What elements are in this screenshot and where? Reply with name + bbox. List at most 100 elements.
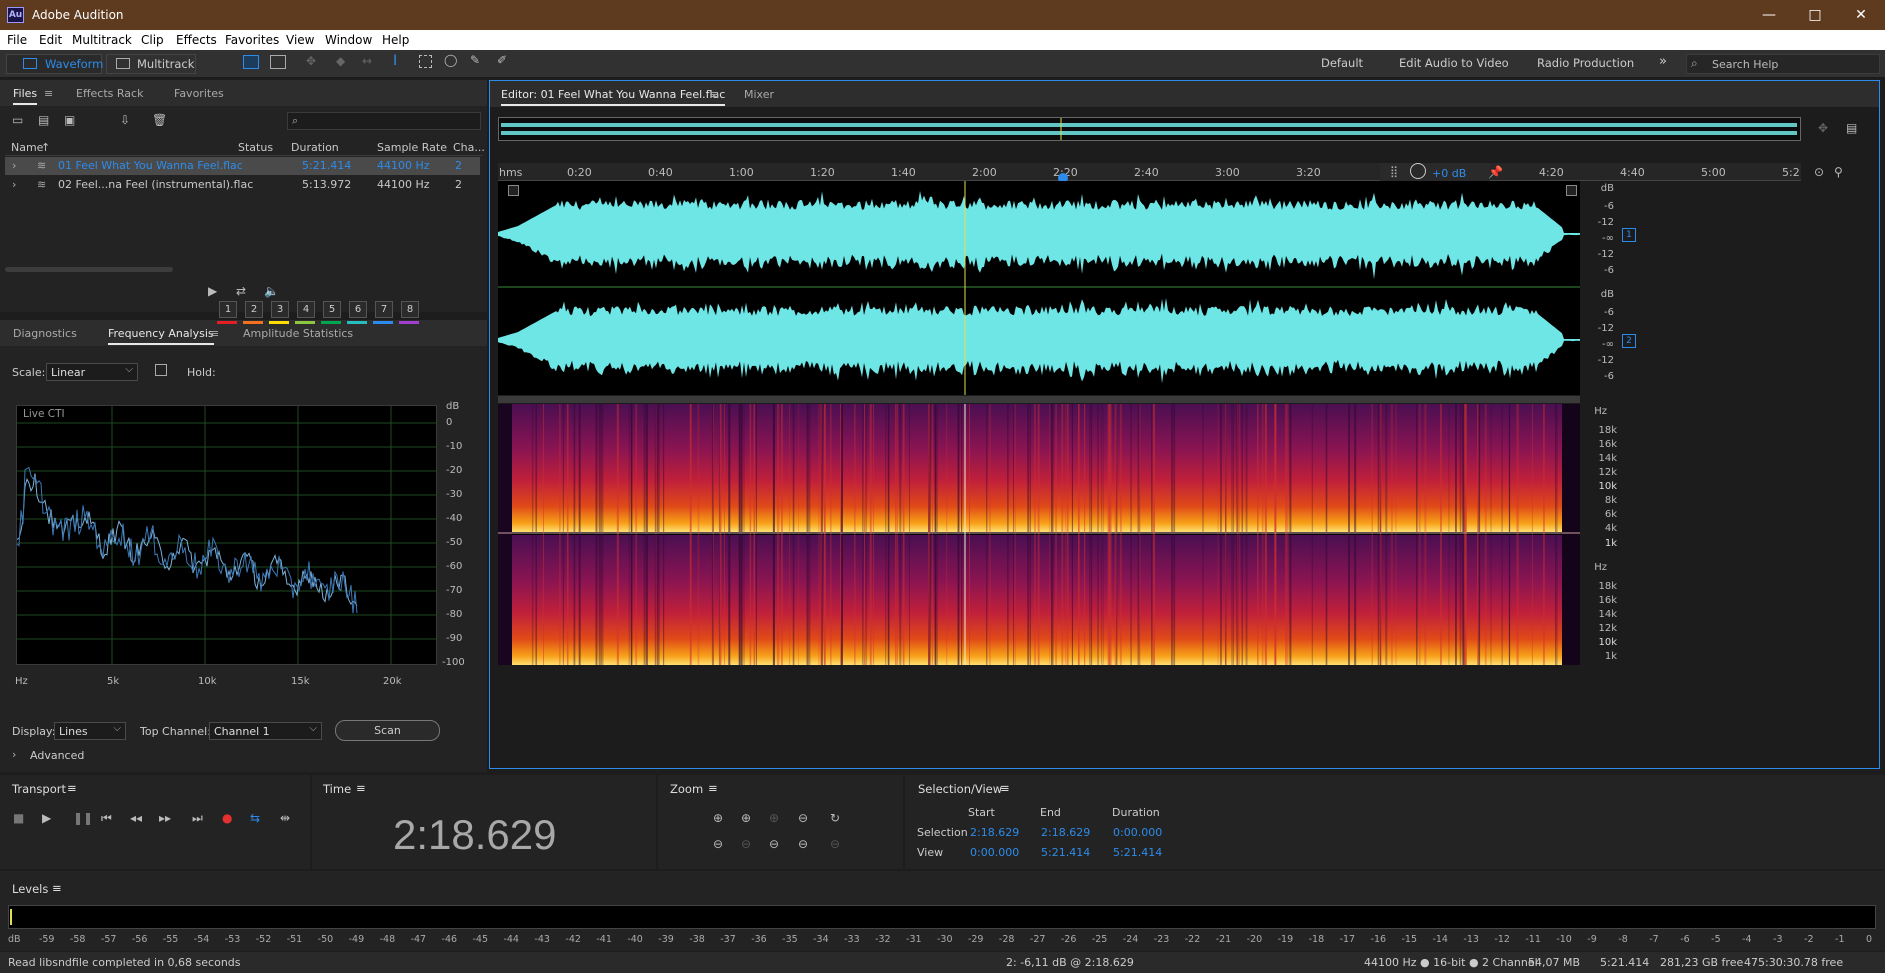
menu-window[interactable]: Window	[325, 33, 372, 47]
close-button[interactable]: ✕	[1838, 0, 1884, 30]
advanced-expand-icon[interactable]: ›	[12, 748, 16, 761]
hold-button-8[interactable]: 8	[401, 301, 419, 318]
close-file-icon[interactable]: 🗑	[152, 113, 167, 127]
tab-editor[interactable]: Editor: 01 Feel What You Wanna Feel.flac	[501, 88, 726, 106]
stop-icon[interactable]: ■	[13, 811, 24, 825]
time-ruler[interactable]: hms 0:20 0:40 1:00 1:20 1:40 2:00 2:20 2…	[498, 163, 1801, 181]
zoom-out-time-icon[interactable]: ⊖	[741, 837, 751, 851]
hold-button-7[interactable]: 7	[375, 301, 393, 318]
tab-mixer[interactable]: Mixer	[744, 88, 774, 101]
panel-menu-icon[interactable]: ≡	[67, 781, 77, 795]
play-icon[interactable]: ▶	[42, 811, 51, 825]
display-dropdown[interactable]: Lines	[54, 722, 126, 740]
move-tool-icon[interactable]: ✥	[306, 54, 316, 68]
insert-into-multitrack-icon[interactable]: ⇩	[120, 113, 130, 127]
record-icon[interactable]: ⊙	[1814, 165, 1824, 179]
show-spectral-icon[interactable]	[270, 55, 286, 69]
show-waveform-icon[interactable]	[243, 55, 259, 69]
scale-dropdown[interactable]: Linear	[46, 363, 138, 381]
minimize-button[interactable]: —	[1746, 0, 1792, 30]
snapshot-icon[interactable]	[155, 364, 167, 376]
go-to-end-icon[interactable]: ⏭	[192, 811, 203, 826]
volume-knob-icon[interactable]	[1410, 163, 1426, 179]
file-row[interactable]: › ≋ 01 Feel What You Wanna Feel.flac 5:2…	[5, 157, 480, 175]
workspace-default[interactable]: Default	[1321, 56, 1363, 70]
slip-tool-icon[interactable]: ↔	[362, 54, 372, 68]
channel-2-toggle[interactable]: 2	[1622, 334, 1636, 348]
selection-start[interactable]: 2:18.629	[970, 826, 1019, 839]
fast-forward-icon[interactable]: ▸▸	[159, 811, 171, 825]
expand-icon[interactable]: ›	[12, 178, 16, 191]
go-to-start-icon[interactable]: ⏮	[101, 811, 112, 826]
file-row[interactable]: › ≋ 02 Feel...na Feel (instrumental).fla…	[5, 176, 480, 194]
spectral-splitter[interactable]	[498, 396, 1580, 403]
hold-button-4[interactable]: 4	[297, 301, 315, 318]
scan-button[interactable]: Scan	[335, 720, 440, 741]
menu-multitrack[interactable]: Multitrack	[72, 33, 132, 47]
menu-view[interactable]: View	[286, 33, 314, 47]
menu-file[interactable]: File	[7, 33, 27, 47]
hold-button-2[interactable]: 2	[245, 301, 263, 318]
maximize-button[interactable]: □	[1792, 0, 1838, 30]
files-horizontal-scrollbar[interactable]	[5, 267, 173, 272]
column-name[interactable]: Name	[11, 141, 43, 154]
panel-menu-icon[interactable]: ≡	[710, 88, 719, 101]
tab-favorites[interactable]: Favorites	[174, 87, 224, 100]
fade-out-handle-icon[interactable]	[1566, 185, 1577, 196]
column-duration[interactable]: Duration	[291, 141, 339, 154]
volume-value[interactable]: +0 dB	[1432, 167, 1466, 180]
multitrack-view-button[interactable]: Multitrack	[106, 54, 196, 74]
panel-menu-icon[interactable]: ≡	[52, 881, 62, 895]
hold-button-6[interactable]: 6	[349, 301, 367, 318]
expand-icon[interactable]: ›	[12, 159, 16, 172]
zoom-in-amplitude-icon[interactable]: ⊕	[713, 811, 723, 825]
menu-clip[interactable]: Clip	[141, 33, 164, 47]
skip-selection-icon[interactable]: ⇹	[280, 811, 290, 825]
files-search-input[interactable]: ⌕	[287, 112, 481, 130]
waveform-view-button[interactable]: Waveform	[6, 54, 103, 74]
column-sample-rate[interactable]: Sample Rate	[377, 141, 447, 154]
overview-navigator[interactable]	[498, 117, 1801, 141]
play-preview-icon[interactable]: ▶	[208, 284, 217, 298]
tab-amplitude-statistics[interactable]: Amplitude Statistics	[243, 327, 353, 340]
tab-diagnostics[interactable]: Diagnostics	[13, 327, 77, 340]
panel-menu-icon[interactable]: ≡	[1000, 781, 1010, 795]
fade-in-handle-icon[interactable]	[508, 185, 519, 196]
hold-button-5[interactable]: 5	[323, 301, 341, 318]
tab-files[interactable]: Files	[13, 87, 38, 105]
zoom-reset-icon[interactable]: ↻	[830, 811, 840, 825]
autoplay-icon[interactable]: 🔈	[264, 284, 279, 298]
loop-preview-icon[interactable]: ⇄	[236, 284, 246, 298]
menu-edit[interactable]: Edit	[39, 33, 62, 47]
pin-hud-icon[interactable]: 📌	[1488, 165, 1503, 179]
hold-button-1[interactable]: 1	[219, 301, 237, 318]
zoom-in-time-icon[interactable]: ⊕	[741, 811, 751, 825]
menu-favorites[interactable]: Favorites	[225, 33, 279, 47]
channel-1-toggle[interactable]: 1	[1622, 228, 1636, 242]
hold-button-3[interactable]: 3	[271, 301, 289, 318]
more-workspaces-button[interactable]: »	[1659, 54, 1667, 69]
zoom-full-icon[interactable]: ⊖	[830, 837, 840, 851]
record-button-icon[interactable]: ●	[222, 811, 232, 825]
zoom-to-selection-out-icon[interactable]: ⊖	[798, 811, 808, 825]
search-help-field[interactable]: ⌕ Search Help	[1686, 54, 1880, 74]
zoom-in-right-icon[interactable]: ⊖	[798, 837, 808, 851]
view-end[interactable]: 5:21.414	[1041, 846, 1090, 859]
lasso-tool-icon[interactable]: ◯	[444, 53, 457, 67]
tab-frequency-analysis[interactable]: Frequency Analysis	[108, 327, 214, 345]
selection-end[interactable]: 2:18.629	[1041, 826, 1090, 839]
loop-playback-icon[interactable]: ⇆	[250, 811, 260, 825]
spectral-display[interactable]	[498, 404, 1580, 665]
zoom-in-point-icon[interactable]: ⊕	[769, 811, 779, 825]
editor-options-icon[interactable]: ▤	[1846, 121, 1857, 135]
workspace-edit-audio-to-video[interactable]: Edit Audio to Video	[1399, 56, 1509, 70]
view-start[interactable]: 0:00.000	[970, 846, 1019, 859]
menu-help[interactable]: Help	[382, 33, 409, 47]
column-channels[interactable]: Cha...	[453, 141, 485, 154]
panel-menu-icon[interactable]: ≡	[210, 327, 219, 340]
pause-icon[interactable]: ❚❚	[73, 811, 93, 825]
open-file-icon[interactable]: ▭	[12, 113, 23, 127]
spot-healing-tool-icon[interactable]: ✐	[497, 53, 507, 67]
waveform-area[interactable]	[498, 181, 1580, 395]
brush-tool-icon[interactable]: ✎	[470, 53, 480, 67]
